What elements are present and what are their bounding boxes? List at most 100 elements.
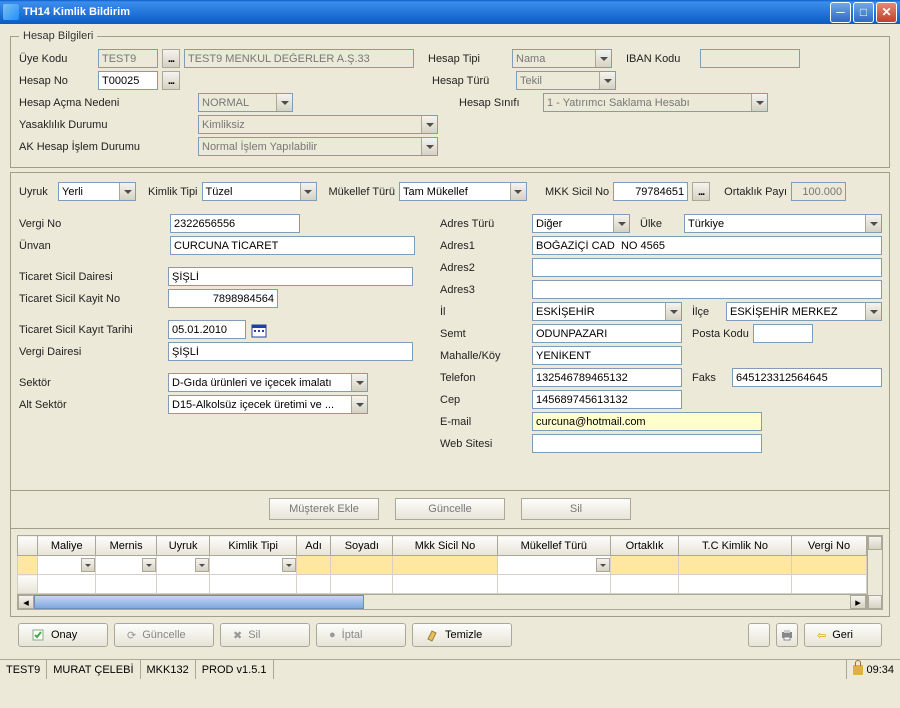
filter-dropdown-icon[interactable] xyxy=(195,558,209,572)
uyruk-combo[interactable]: Yerli xyxy=(58,182,136,201)
maximize-button[interactable]: □ xyxy=(853,2,874,23)
onay-button[interactable]: Onay xyxy=(18,623,108,647)
hesap-turu-label: Hesap Türü xyxy=(432,75,512,87)
email-label: E-mail xyxy=(440,416,528,428)
faks-input[interactable] xyxy=(732,368,882,387)
filter-dropdown-icon[interactable] xyxy=(282,558,296,572)
scroll-up-icon[interactable] xyxy=(868,536,882,550)
print-button[interactable] xyxy=(776,623,798,647)
ilce-combo[interactable]: ESKİŞEHİR MERKEZ xyxy=(726,302,882,321)
sicil-input[interactable] xyxy=(613,182,688,201)
acma-nedeni-label: Hesap Açma Nedeni xyxy=(19,97,149,109)
grid-filter-row[interactable] xyxy=(18,556,867,575)
scroll-thumb[interactable] xyxy=(34,595,364,609)
tsd-label: Ticaret Sicil Dairesi xyxy=(19,271,164,283)
vdaire-input[interactable] xyxy=(168,342,413,361)
grid-empty-row[interactable] xyxy=(18,575,867,594)
mukellef-combo[interactable]: Tam Mükellef xyxy=(399,182,527,201)
sil-button[interactable]: Sil xyxy=(521,498,631,520)
action-button-bar: Müşterek Ekle Güncelle Sil xyxy=(10,490,890,529)
scroll-right-icon[interactable]: ▸ xyxy=(850,595,866,609)
iptal-button[interactable]: ●İptal xyxy=(316,623,406,647)
cep-input[interactable] xyxy=(532,390,682,409)
sektor-combo[interactable]: D-Gıda ürünleri ve içecek imalatı xyxy=(168,373,368,392)
filter-dropdown-icon[interactable] xyxy=(596,558,610,572)
sinif-label: Hesap Sınıfı xyxy=(459,97,539,109)
adres2-input[interactable] xyxy=(532,258,882,277)
extra-button-1[interactable] xyxy=(748,623,770,647)
filter-dropdown-icon[interactable] xyxy=(81,558,95,572)
ulke-combo[interactable]: Türkiye xyxy=(684,214,882,233)
semt-input[interactable] xyxy=(532,324,682,343)
tskno-input[interactable] xyxy=(168,289,278,308)
ortaklik-label: Ortaklık Payı xyxy=(724,186,787,198)
window-title: TH14 Kimlik Bildirim xyxy=(23,6,828,18)
temizle-button[interactable]: Temizle xyxy=(412,623,512,647)
semt-label: Semt xyxy=(440,328,528,340)
bottom-toolbar: Onay ⟳Güncelle ✖Sil ●İptal Temizle ⇦Geri xyxy=(10,617,890,653)
horizontal-scrollbar[interactable]: ◂ ▸ xyxy=(17,594,867,610)
posta-input[interactable] xyxy=(753,324,813,343)
tel-input[interactable] xyxy=(532,368,682,387)
grid-panel: MaliyeMernisUyrukKimlik TipiAdıSoyadıMkk… xyxy=(10,529,890,617)
web-label: Web Sitesi xyxy=(440,438,528,450)
scroll-down-icon[interactable] xyxy=(868,595,882,609)
sinif-combo: 1 - Yatırımcı Saklama Hesabı xyxy=(543,93,768,112)
adresturu-label: Adres Türü xyxy=(440,218,528,230)
lock-icon xyxy=(853,665,863,675)
close-button[interactable]: ✕ xyxy=(876,2,897,23)
hesap-tipi-combo: Nama xyxy=(512,49,612,68)
adresturu-combo[interactable]: Diğer xyxy=(532,214,630,233)
guncelle-button[interactable]: Güncelle xyxy=(395,498,505,520)
tskt-label: Ticaret Sicil Kayıt Tarihi xyxy=(19,324,164,336)
web-input[interactable] xyxy=(532,434,762,453)
geri-button[interactable]: ⇦Geri xyxy=(804,623,882,647)
sicil-lookup[interactable]: ... xyxy=(692,182,710,201)
uye-kodu-input xyxy=(98,49,158,68)
musterek-ekle-button[interactable]: Müşterek Ekle xyxy=(269,498,379,520)
uyruk-label: Uyruk xyxy=(19,186,54,198)
vdaire-label: Vergi Dairesi xyxy=(19,346,164,358)
tskt-input[interactable] xyxy=(168,320,246,339)
uye-kodu-lookup[interactable]: ... xyxy=(162,49,180,68)
acma-nedeni-combo: NORMAL xyxy=(198,93,293,112)
adres1-input[interactable] xyxy=(532,236,882,255)
mah-input[interactable] xyxy=(532,346,682,365)
data-grid[interactable]: MaliyeMernisUyrukKimlik TipiAdıSoyadıMkk… xyxy=(17,535,867,594)
kimlik-tipi-combo[interactable]: Tüzel xyxy=(202,182,317,201)
email-input[interactable] xyxy=(532,412,762,431)
hesap-legend: Hesap Bilgileri xyxy=(19,30,97,42)
uye-kodu-label: Üye Kodu xyxy=(19,53,94,65)
filter-dropdown-icon[interactable] xyxy=(142,558,156,572)
ulke-label: Ülke xyxy=(640,218,680,230)
faks-label: Faks xyxy=(692,372,728,384)
kimlik-tipi-label: Kimlik Tipi xyxy=(148,186,198,198)
sil-bottom-button[interactable]: ✖Sil xyxy=(220,623,310,647)
tsd-input[interactable] xyxy=(168,267,413,286)
vergino-label: Vergi No xyxy=(19,218,119,230)
adres3-input[interactable] xyxy=(532,280,882,299)
iban-label: IBAN Kodu xyxy=(626,53,696,65)
hesap-bilgileri-group: Hesap Bilgileri Üye Kodu ... Hesap Tipi … xyxy=(10,30,890,168)
hesap-no-lookup[interactable]: ... xyxy=(162,71,180,90)
tel-label: Telefon xyxy=(440,372,528,384)
app-icon xyxy=(3,4,19,20)
il-label: İl xyxy=(440,306,528,318)
hesap-turu-combo: Tekil xyxy=(516,71,616,90)
minimize-button[interactable]: ─ xyxy=(830,2,851,23)
vergino-input[interactable] xyxy=(170,214,300,233)
yasak-combo: Kimliksiz xyxy=(198,115,438,134)
unvan-label: Ünvan xyxy=(19,240,119,252)
hesap-no-input[interactable] xyxy=(98,71,158,90)
il-combo[interactable]: ESKİŞEHİR xyxy=(532,302,682,321)
vertical-scrollbar[interactable] xyxy=(867,535,883,610)
scroll-left-icon[interactable]: ◂ xyxy=(18,595,34,609)
unvan-input[interactable] xyxy=(170,236,415,255)
cep-label: Cep xyxy=(440,394,528,406)
calendar-icon[interactable] xyxy=(250,321,268,339)
uye-adi-input xyxy=(184,49,414,68)
tskno-label: Ticaret Sicil Kayit No xyxy=(19,293,164,305)
altsektor-label: Alt Sektör xyxy=(19,399,164,411)
altsektor-combo[interactable]: D15-Alkolsüz içecek üretimi ve ... xyxy=(168,395,368,414)
guncelle-bottom-button[interactable]: ⟳Güncelle xyxy=(114,623,214,647)
